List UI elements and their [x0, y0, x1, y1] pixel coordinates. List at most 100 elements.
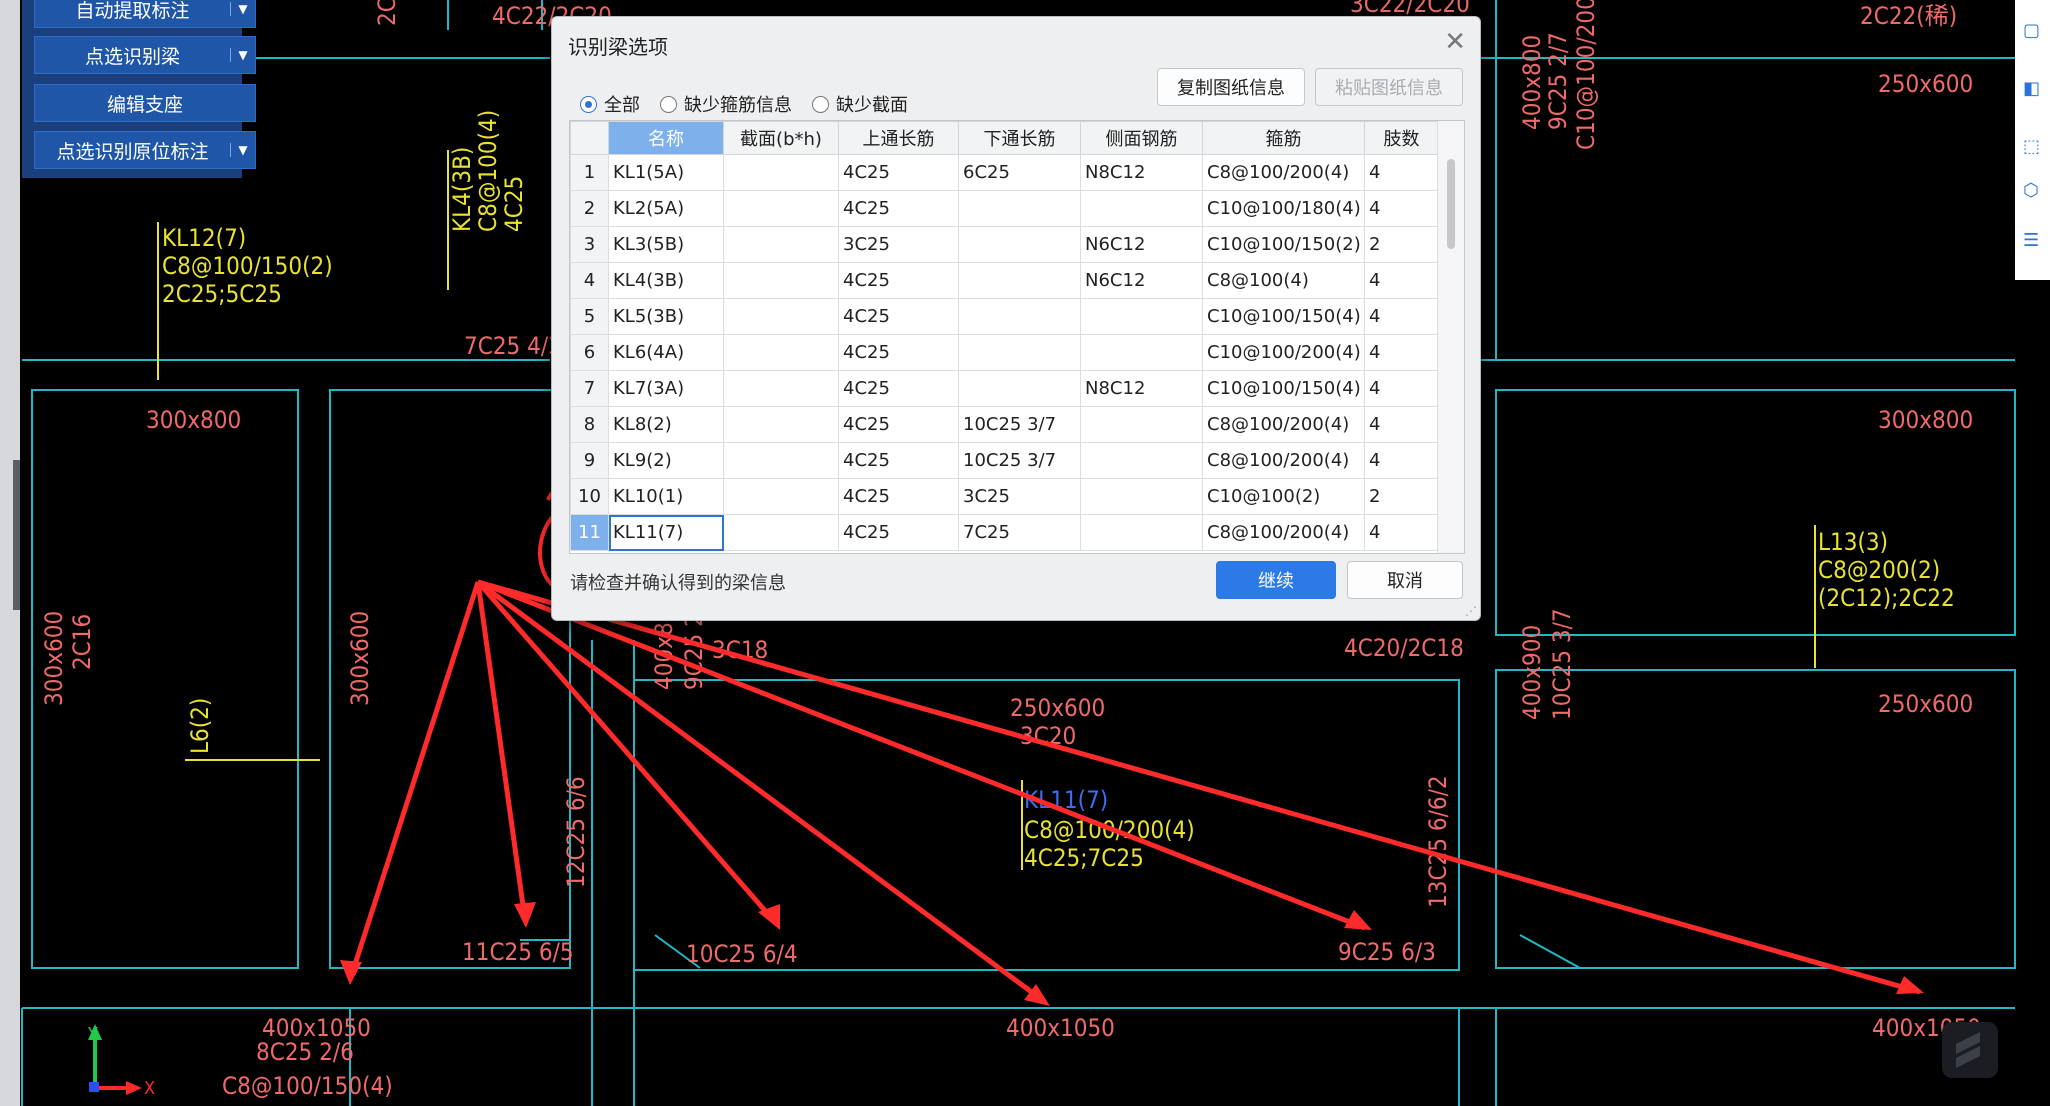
cell-section[interactable]	[723, 262, 839, 299]
cell-side[interactable]: N8C12	[1080, 370, 1203, 407]
cell-side[interactable]	[1080, 298, 1203, 335]
row-index[interactable]: 6	[570, 334, 609, 371]
cad-drawing-area[interactable]: 2C1 4C22/2C20 3C22/2C20 2C22(稀) 250x600 …	[0, 0, 2050, 1106]
cell-legs[interactable]: 4	[1364, 154, 1439, 191]
radio-checked-icon[interactable]	[580, 95, 597, 113]
cell-section[interactable]	[723, 226, 839, 263]
cell-legs[interactable]: 4	[1364, 334, 1439, 371]
cell-bottom[interactable]: 10C25 3/7	[958, 442, 1081, 479]
cell-legs[interactable]: 4	[1364, 190, 1439, 227]
cell-legs[interactable]: 4	[1364, 370, 1439, 407]
scrollbar-thumb[interactable]	[1447, 159, 1455, 249]
cell-section[interactable]	[723, 514, 839, 551]
header-stirrup[interactable]: 箍筋	[1202, 121, 1365, 155]
radio-icon[interactable]	[812, 95, 829, 113]
header-side-rebar[interactable]: 侧面钢筋	[1080, 121, 1203, 155]
cell-section[interactable]	[723, 154, 839, 191]
cell-name[interactable]: KL6(4A)	[608, 334, 724, 371]
table-scrollbar[interactable]	[1437, 121, 1464, 553]
cell-side[interactable]	[1080, 406, 1203, 443]
cell-name[interactable]: KL5(3B)	[608, 298, 724, 335]
table-row[interactable]: 2 KL2(5A) 4C25 C10@100/180(4) 4	[570, 190, 1439, 227]
row-index[interactable]: 11	[570, 514, 609, 551]
table-row[interactable]: 10 KL10(1) 4C25 3C25 C10@100(2) 2	[570, 478, 1439, 515]
cell-top[interactable]: 4C25	[838, 298, 959, 335]
view-cube-icon[interactable]: ▢	[2023, 20, 2045, 42]
cell-section[interactable]	[723, 442, 839, 479]
cell-side[interactable]	[1080, 190, 1203, 227]
radio-icon[interactable]	[660, 95, 677, 113]
cell-section[interactable]	[723, 298, 839, 335]
header-top-rebar[interactable]: 上通长筋	[838, 121, 959, 155]
row-index[interactable]: 7	[570, 370, 609, 407]
dropdown-arrow-icon[interactable]: ▼	[230, 2, 255, 16]
row-index[interactable]: 10	[570, 478, 609, 515]
row-index[interactable]: 9	[570, 442, 609, 479]
cell-legs[interactable]: 4	[1364, 298, 1439, 335]
cell-bottom[interactable]	[958, 262, 1081, 299]
table-row[interactable]: 1 KL1(5A) 4C25 6C25 N8C12 C8@100/200(4) 4	[570, 154, 1439, 191]
cell-top[interactable]: 4C25	[838, 478, 959, 515]
cell-side[interactable]	[1080, 514, 1203, 551]
cell-name[interactable]: KL1(5A)	[608, 154, 724, 191]
beam-info-table[interactable]: 名称 截面(b*h) 上通长筋 下通长筋 侧面钢筋 箍筋 肢数 1 KL1(5A)…	[569, 120, 1465, 554]
paste-drawing-info-button[interactable]: 粘贴图纸信息	[1315, 68, 1463, 106]
cell-stirrup[interactable]: C10@100(2)	[1202, 478, 1365, 515]
cell-stirrup[interactable]: C10@100/200(4)	[1202, 334, 1365, 371]
table-row[interactable]: 6 KL6(4A) 4C25 C10@100/200(4) 4	[570, 334, 1439, 371]
pick-recognize-beam-button[interactable]: 点选识别梁 ▼	[34, 36, 256, 74]
cell-top[interactable]: 4C25	[838, 406, 959, 443]
cell-top[interactable]: 3C25	[838, 226, 959, 263]
cell-bottom[interactable]: 6C25	[958, 154, 1081, 191]
cell-legs[interactable]: 2	[1364, 478, 1439, 515]
cell-stirrup[interactable]: C8@100/200(4)	[1202, 442, 1365, 479]
row-index[interactable]: 1	[570, 154, 609, 191]
copy-drawing-info-button[interactable]: 复制图纸信息	[1157, 68, 1305, 106]
cancel-button[interactable]: 取消	[1347, 561, 1463, 599]
list-view-icon[interactable]: ☰	[2023, 230, 2045, 252]
table-row[interactable]: 11 KL11(7) 4C25 7C25 C8@100/200(4) 4	[570, 514, 1439, 551]
cell-name[interactable]: KL8(2)	[608, 406, 724, 443]
cell-name[interactable]: KL3(5B)	[608, 226, 724, 263]
filter-all-radio[interactable]: 全部	[580, 91, 640, 117]
cell-top[interactable]: 4C25	[838, 154, 959, 191]
cell-bottom[interactable]	[958, 226, 1081, 263]
cell-bottom[interactable]: 3C25	[958, 478, 1081, 515]
cell-section[interactable]	[723, 478, 839, 515]
auto-extract-label-button[interactable]: 自动提取标注 ▼	[34, 0, 256, 28]
cell-bottom[interactable]: 7C25	[958, 514, 1081, 551]
cell-bottom[interactable]	[958, 370, 1081, 407]
select-box-icon[interactable]: ⬚	[2023, 136, 2045, 158]
cell-legs[interactable]: 4	[1364, 514, 1439, 551]
cell-bottom[interactable]	[958, 298, 1081, 335]
row-index[interactable]: 8	[570, 406, 609, 443]
cell-side[interactable]	[1080, 442, 1203, 479]
table-row[interactable]: 3 KL3(5B) 3C25 N6C12 C10@100/150(2) 2	[570, 226, 1439, 263]
cell-top[interactable]: 4C25	[838, 262, 959, 299]
cell-top[interactable]: 4C25	[838, 514, 959, 551]
cell-stirrup[interactable]: C10@100/150(4)	[1202, 370, 1365, 407]
cell-top[interactable]: 4C25	[838, 442, 959, 479]
edit-support-button[interactable]: 编辑支座	[34, 84, 256, 122]
continue-button[interactable]: 继续	[1216, 561, 1336, 599]
table-row[interactable]: 8 KL8(2) 4C25 10C25 3/7 C8@100/200(4) 4	[570, 406, 1439, 443]
cell-bottom[interactable]	[958, 334, 1081, 371]
header-name[interactable]: 名称	[608, 121, 724, 155]
isometric-icon[interactable]: ⬡	[2023, 180, 2045, 202]
cell-name[interactable]: KL4(3B)	[608, 262, 724, 299]
dropdown-arrow-icon[interactable]: ▼	[230, 48, 255, 62]
cell-top[interactable]: 4C25	[838, 370, 959, 407]
cell-stirrup[interactable]: C8@100/200(4)	[1202, 154, 1365, 191]
cell-bottom[interactable]: 10C25 3/7	[958, 406, 1081, 443]
cell-section[interactable]	[723, 334, 839, 371]
cell-legs[interactable]: 4	[1364, 442, 1439, 479]
cell-side[interactable]: N6C12	[1080, 226, 1203, 263]
cell-section[interactable]	[723, 406, 839, 443]
cell-legs[interactable]: 4	[1364, 262, 1439, 299]
cell-name[interactable]: KL7(3A)	[608, 370, 724, 407]
cell-name[interactable]: KL2(5A)	[608, 190, 724, 227]
pick-recognize-in-situ-label-button[interactable]: 点选识别原位标注 ▼	[34, 131, 256, 169]
table-row[interactable]: 5 KL5(3B) 4C25 C10@100/150(4) 4	[570, 298, 1439, 335]
panel-grip[interactable]	[13, 460, 20, 610]
table-row[interactable]: 9 KL9(2) 4C25 10C25 3/7 C8@100/200(4) 4	[570, 442, 1439, 479]
